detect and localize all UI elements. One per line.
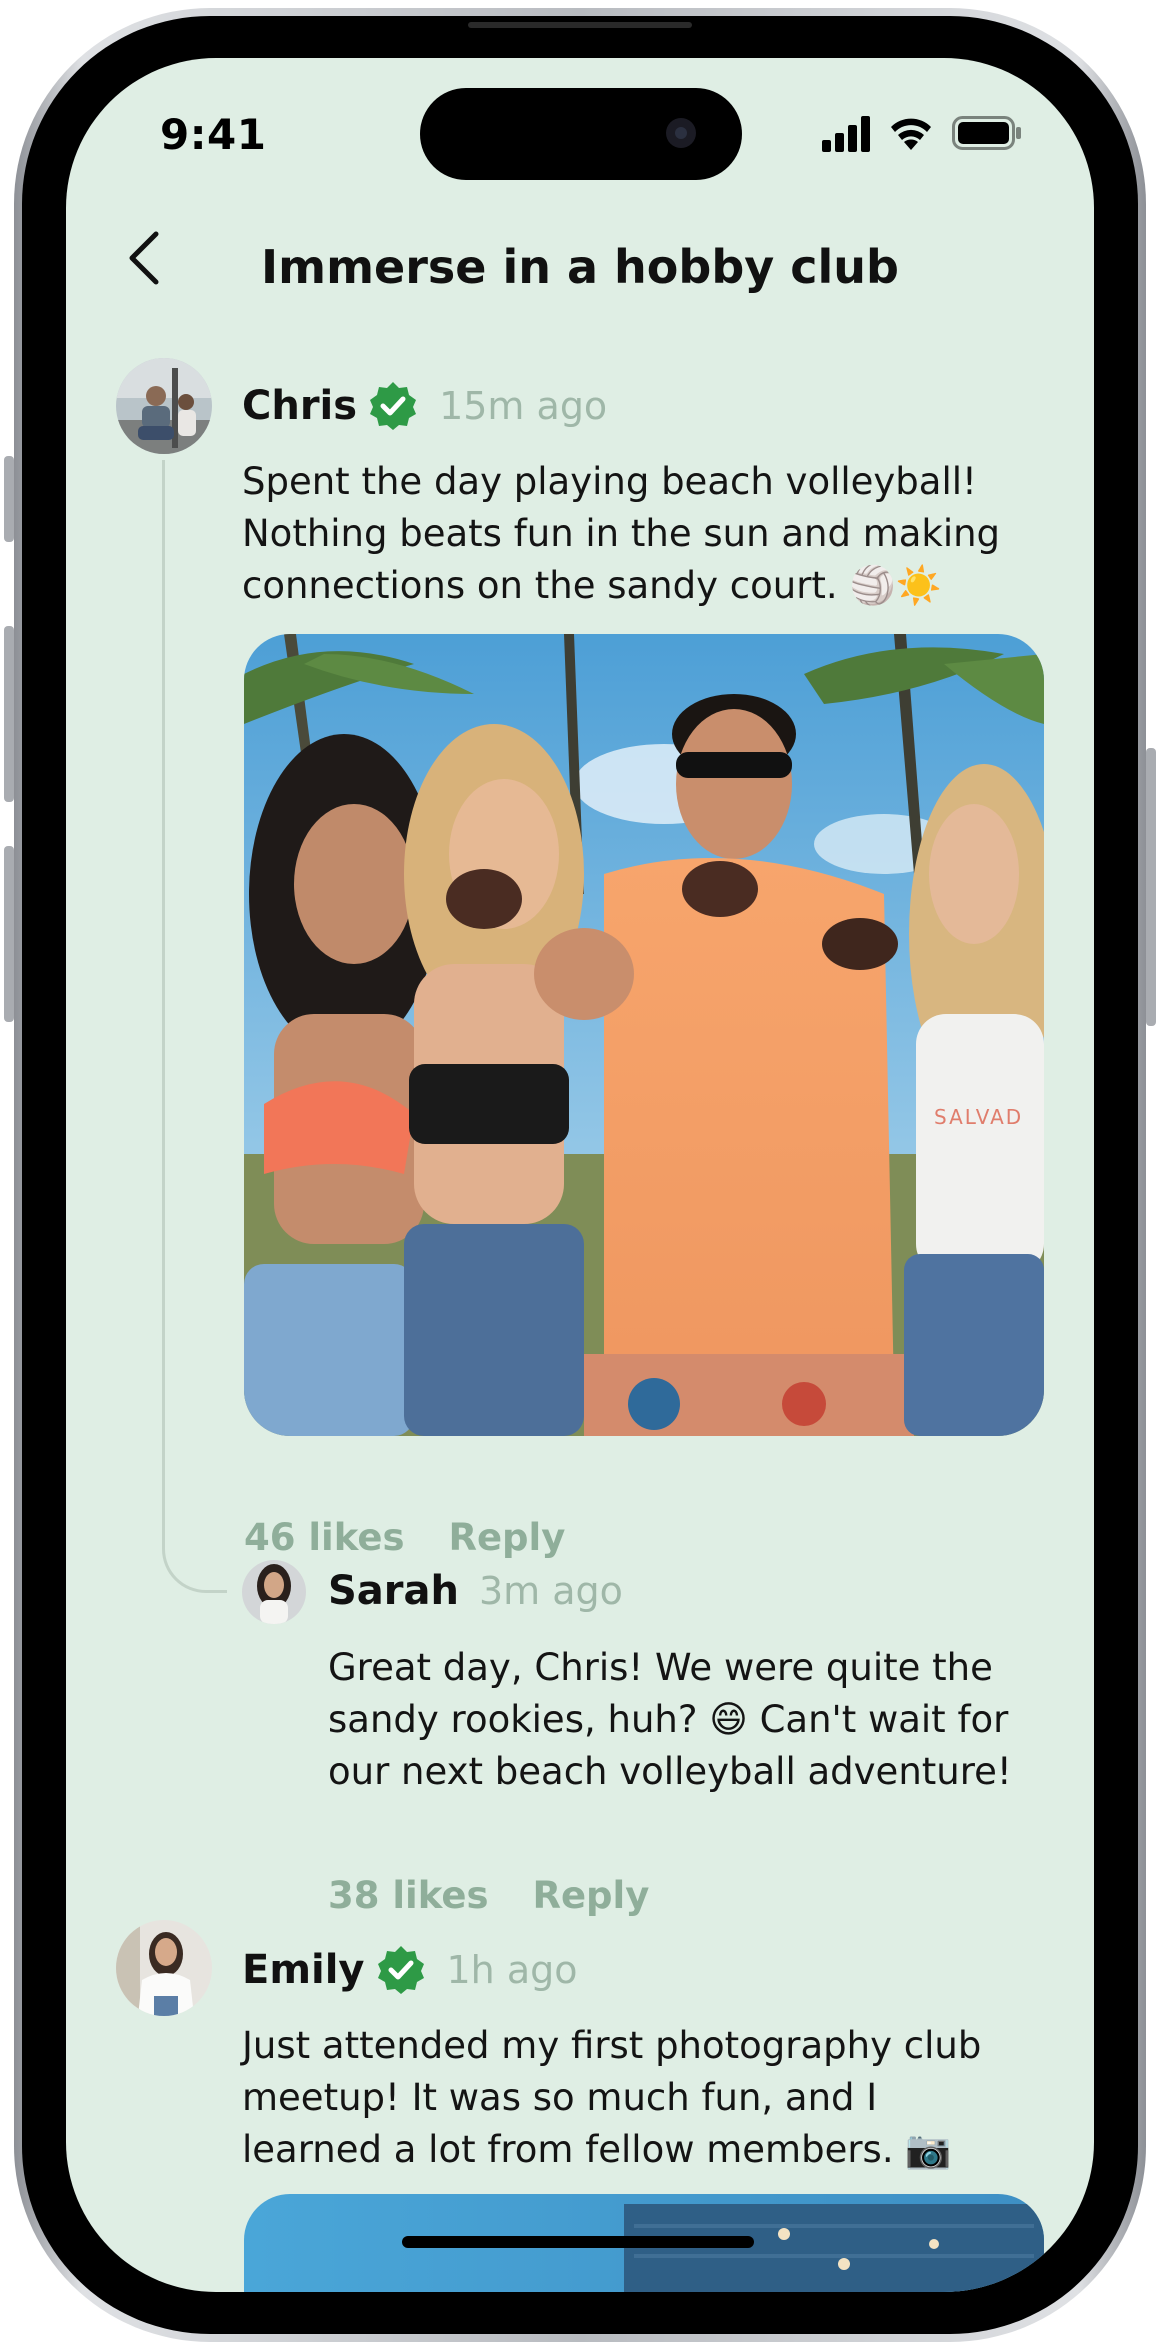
timestamp-emily: 1h ago <box>446 1948 578 1992</box>
battery-icon <box>952 116 1021 150</box>
avatar-chris[interactable] <box>116 358 212 454</box>
speaker-slot <box>468 22 692 28</box>
post-text-line: meetup! It was so much fun, and I <box>242 2076 878 2119</box>
post-text-line: connections on the sandy court. 🏐☀️ <box>242 564 942 607</box>
username-sarah[interactable]: Sarah <box>328 1568 459 1614</box>
thread-connector <box>162 460 227 1593</box>
post-meta-chris: 46 likes Reply <box>244 1516 565 1559</box>
reply-likes-count[interactable]: 38 likes <box>328 1874 488 1917</box>
post-text-line: Nothing beats fun in the sun and making <box>242 512 1001 555</box>
reply-text-line: our next beach volleyball adventure! <box>328 1750 1012 1793</box>
post-header-emily: Emily 1h ago <box>242 1944 578 1996</box>
post-text-emily: Just attended my first photography club … <box>242 2020 1062 2176</box>
post-text-line: Spent the day playing beach volleyball! <box>242 460 977 503</box>
reply-reply-button[interactable]: Reply <box>532 1874 649 1917</box>
post-text-chris: Spent the day playing beach volleyball! … <box>242 456 1062 612</box>
reply-button[interactable]: Reply <box>448 1516 565 1559</box>
wifi-icon <box>891 118 931 150</box>
post-text-line: Just attended my first photography club <box>242 2024 982 2067</box>
reply-text-sarah: Great day, Chris! We were quite the sand… <box>328 1642 1068 1798</box>
reply-header-sarah: Sarah 3m ago <box>328 1568 623 1614</box>
username-emily[interactable]: Emily <box>242 1947 365 1993</box>
volume-up-button <box>4 626 14 802</box>
timestamp-chris: 15m ago <box>439 384 608 428</box>
status-time: 9:41 <box>160 110 267 159</box>
volume-down-button <box>4 846 14 1022</box>
cellular-signal-icon <box>822 116 870 152</box>
home-indicator <box>402 2236 754 2248</box>
power-button <box>1146 748 1156 1026</box>
verified-badge-icon <box>377 1946 424 1994</box>
username-chris[interactable]: Chris <box>242 383 357 429</box>
post-header-chris: Chris 15m ago <box>242 380 607 432</box>
reply-text-line: sandy rookies, huh? 😄 Can't wait for <box>328 1698 1009 1741</box>
avatar-sarah[interactable] <box>242 1560 306 1624</box>
timestamp-sarah: 3m ago <box>479 1569 623 1613</box>
reply-meta-sarah: 38 likes Reply <box>328 1874 649 1917</box>
likes-count[interactable]: 46 likes <box>244 1516 404 1559</box>
reply-text-line: Great day, Chris! We were quite the <box>328 1646 993 1689</box>
silent-switch <box>4 456 14 542</box>
camera-icon <box>666 118 696 148</box>
post-photo-beach-friends[interactable]: SALVAD <box>244 634 1044 1436</box>
screen: 9:41 Immerse in a hobby club Chris 15m a… <box>66 58 1094 2292</box>
page-title: Immerse in a hobby club <box>261 240 899 294</box>
avatar-emily[interactable] <box>116 1920 212 2016</box>
svg-text:SALVAD: SALVAD <box>934 1105 1023 1129</box>
post-text-line: learned a lot from fellow members. 📷 <box>242 2128 952 2171</box>
verified-badge-icon <box>370 382 417 430</box>
